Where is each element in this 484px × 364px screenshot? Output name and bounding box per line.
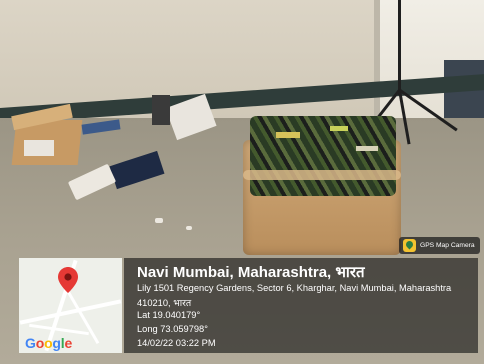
device (152, 95, 170, 125)
component (330, 126, 348, 131)
location-title: Navi Mumbai, Maharashtra, भारत (137, 264, 365, 281)
address-line-2: 410210, भारत (137, 298, 192, 308)
map-road (29, 323, 89, 336)
component (356, 146, 378, 151)
gps-map-camera-icon (403, 239, 416, 252)
debris (155, 218, 163, 223)
google-logo: Google (25, 335, 73, 351)
component (276, 132, 300, 138)
tripod-pole (398, 0, 401, 95)
address-line-1: Lily 1501 Regency Gardens, Sector 6, Kha… (137, 283, 452, 293)
longitude: Long 73.059798° (137, 324, 208, 334)
latitude: Lat 19.040179° (137, 310, 201, 320)
white-box (24, 140, 54, 156)
pile-of-circuit-boards (250, 116, 396, 196)
debris (186, 226, 192, 230)
datetime: 14/02/22 03:22 PM (137, 338, 216, 348)
gps-badge-label: GPS Map Camera (420, 242, 475, 249)
box-rim (243, 170, 401, 180)
location-pin-icon (58, 267, 78, 293)
map-road (19, 299, 122, 325)
